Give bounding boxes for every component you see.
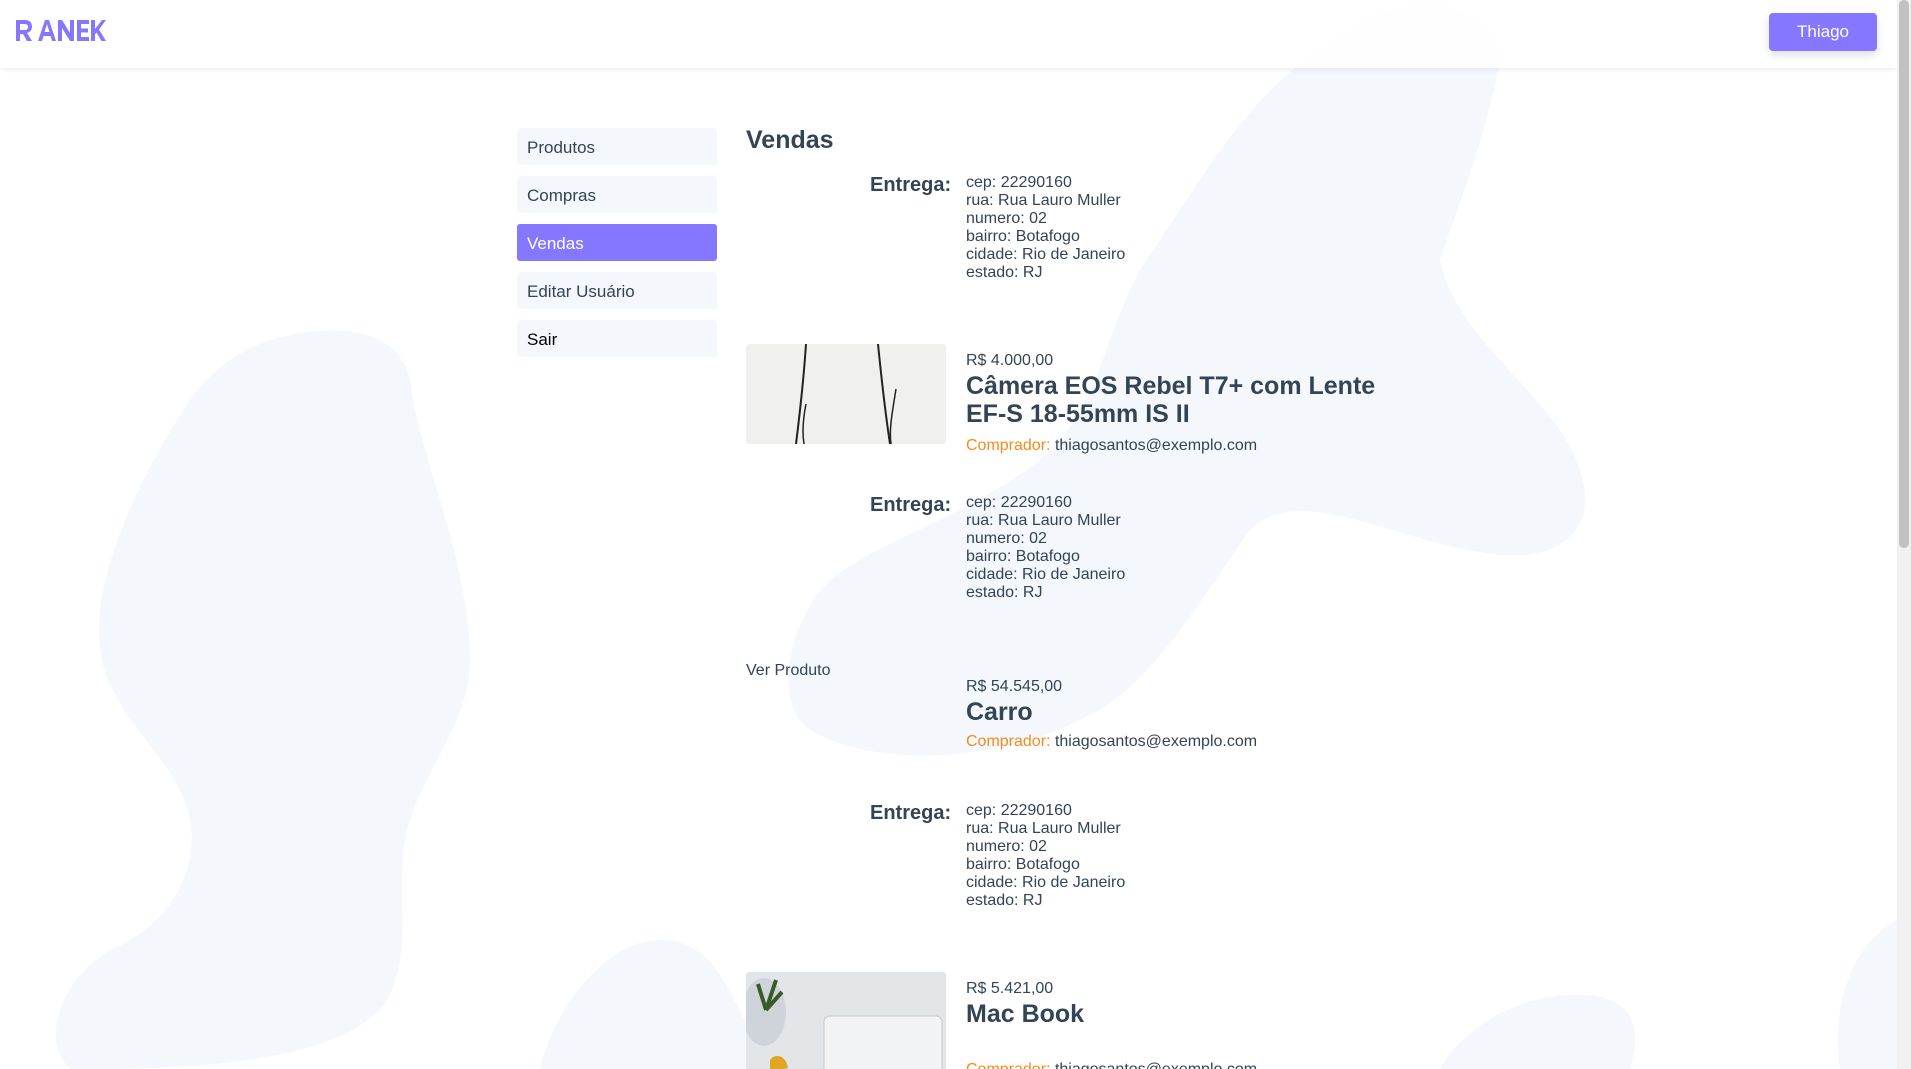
view-product-link[interactable]: Ver Produto (746, 662, 831, 680)
sale-price: R$ 54.545,00 (966, 678, 1063, 695)
delivery-address: cep: 22290160 rua: Rua Lauro Muller nume… (966, 494, 1125, 602)
sale-buyer: Comprador: thiagosantos@exemplo.com (966, 733, 1257, 751)
nav-item-vendas[interactable]: Vendas (517, 224, 717, 261)
ranek-logo-wordmark (16, 20, 106, 41)
sale-price: R$ 5.421,00 (966, 980, 1054, 997)
nav-item-editar-usuario[interactable]: Editar Usuário (517, 272, 717, 309)
background-blobs (55, 4, 1897, 1069)
product-thumbnail[interactable] (746, 344, 946, 444)
background-blob-bottom-right (1440, 994, 1636, 1069)
address-rua: rua: Rua Lauro Muller (966, 820, 1121, 837)
sale-price: R$ 4.000,00 (966, 352, 1054, 369)
address-cep: cep: 22290160 (966, 802, 1072, 819)
address-cidade: cidade: Rio de Janeiro (966, 874, 1126, 891)
address-estado: estado: RJ (966, 264, 1043, 281)
ranek-logo[interactable] (14, 18, 106, 49)
account-sidebar-nav: Produtos Compras Vendas Editar Usuário S… (517, 128, 717, 368)
scrollbar-thumb[interactable] (1899, 0, 1909, 548)
address-rua: rua: Rua Lauro Muller (966, 192, 1121, 209)
address-numero: numero: 02 (966, 210, 1047, 227)
macbook-image (746, 972, 946, 1069)
delivery-address: cep: 22290160 rua: Rua Lauro Muller nume… (966, 802, 1125, 910)
address-bairro: bairro: Botafogo (966, 856, 1080, 873)
buyer-email: thiagosantos@exemplo.com (1054, 437, 1258, 454)
buyer-email: thiagosantos@exemplo.com (1054, 733, 1258, 750)
buyer-label: Comprador: (966, 733, 1051, 750)
background-blob-bottom-mid (540, 940, 770, 1069)
buyer-label: Comprador: (966, 1061, 1050, 1069)
address-numero: numero: 02 (966, 530, 1047, 547)
buyer-label: Comprador: (966, 437, 1051, 454)
address-rua: rua: Rua Lauro Muller (966, 512, 1121, 529)
address-numero: numero: 02 (966, 838, 1047, 855)
delivery-address: cep: 22290160 rua: Rua Lauro Muller nume… (966, 174, 1125, 282)
sale-buyer: Comprador: thiagosantos@exemplo.com (966, 1061, 1257, 1069)
sale-title: Mac Book (966, 1000, 1085, 1028)
product-thumbnail[interactable] (746, 972, 946, 1069)
buyer-email: thiagosantos@exemplo.com (1055, 1061, 1257, 1069)
page: Thiago Produtos Compras Vendas Editar Us… (0, 0, 1911, 1069)
address-estado: estado: RJ (966, 584, 1043, 601)
address-cep: cep: 22290160 (966, 494, 1072, 511)
address-estado: estado: RJ (966, 892, 1043, 909)
nav-item-compras[interactable]: Compras (517, 176, 717, 213)
address-cidade: cidade: Rio de Janeiro (966, 246, 1126, 263)
page-title: Vendas (746, 126, 834, 154)
address-cidade: cidade: Rio de Janeiro (966, 566, 1126, 583)
top-header: Thiago (0, 0, 1897, 68)
sale-title: Câmera EOS Rebel T7+ com Lente EF-S 18-5… (966, 372, 1376, 428)
address-cep: cep: 22290160 (966, 174, 1072, 191)
address-bairro: bairro: Botafogo (966, 228, 1080, 245)
sale-title: Carro (966, 698, 1033, 726)
camera-strap-image (746, 344, 946, 444)
user-account-button[interactable]: Thiago (1769, 13, 1877, 51)
address-bairro: bairro: Botafogo (966, 548, 1080, 565)
background-blob-edge-right (1838, 920, 1897, 1069)
nav-item-sair[interactable]: Sair (517, 320, 717, 357)
background-blob-left (55, 330, 470, 1069)
sale-buyer: Comprador: thiagosantos@exemplo.com (966, 437, 1257, 455)
nav-item-produtos[interactable]: Produtos (517, 128, 717, 165)
